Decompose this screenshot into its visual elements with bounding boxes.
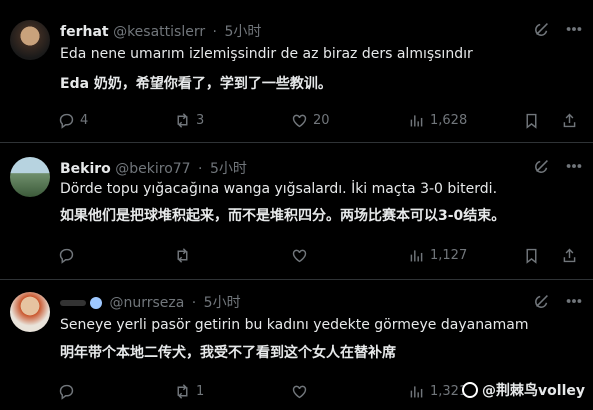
tweet[interactable]: ferhat @kesattislerr · 5小时 Eda nene umar… — [0, 0, 593, 143]
bookmark-icon — [526, 248, 537, 264]
like-count: 20 — [313, 113, 330, 128]
separator-dot: · — [198, 161, 203, 177]
repost-button[interactable] — [174, 247, 196, 264]
share-button[interactable] — [561, 112, 578, 129]
tweet-text: Eda nene umarım izlemişsindir de az bira… — [60, 46, 473, 62]
tweet-top-icons — [533, 292, 583, 310]
timestamp[interactable]: 5小时 — [224, 24, 261, 40]
share-icon — [563, 113, 576, 128]
more-icon[interactable] — [565, 157, 583, 175]
reply-icon — [59, 384, 74, 400]
repost-button[interactable]: 1 — [174, 383, 204, 400]
bookmark-button[interactable] — [523, 247, 540, 264]
avatar[interactable] — [10, 292, 50, 332]
watermark-text: @荆棘鸟volley — [482, 383, 585, 399]
blurred-name — [60, 300, 86, 306]
views-button[interactable]: 1,628 — [408, 112, 467, 129]
user-handle[interactable]: @nurrseza — [109, 295, 184, 311]
like-button[interactable] — [291, 383, 313, 400]
timestamp[interactable]: 5小时 — [204, 295, 241, 311]
repost-icon — [177, 248, 188, 263]
user-handle[interactable]: @kesattislerr — [113, 24, 205, 40]
tweet-header: Bekiro @bekiro77 · 5小时 — [60, 158, 247, 178]
tweet-text: Dörde topu yığacağına wanga yığsalardı. … — [60, 181, 498, 197]
action-bar: 4 3 20 1,628 — [58, 112, 588, 132]
views-button[interactable]: 1,127 — [408, 247, 467, 264]
like-button[interactable] — [291, 247, 313, 264]
grok-icon[interactable] — [533, 157, 551, 175]
weibo-logo-icon — [462, 382, 479, 398]
repost-icon — [177, 113, 188, 128]
views-icon — [410, 386, 423, 398]
like-button[interactable]: 20 — [291, 112, 330, 129]
tweet-top-icons — [533, 157, 583, 175]
tweet-translation: Eda 奶奶，希望你看了，学到了一些教训。 — [60, 76, 332, 92]
share-icon — [563, 248, 576, 263]
repost-button[interactable]: 3 — [174, 112, 204, 129]
bookmark-button[interactable] — [523, 112, 540, 129]
reply-button[interactable] — [58, 383, 80, 400]
avatar[interactable] — [10, 20, 50, 60]
timestamp[interactable]: 5小时 — [210, 161, 247, 177]
tweet[interactable]: Bekiro @bekiro77 · 5小时 Dörde topu yığaca… — [0, 143, 593, 280]
views-count: 1,127 — [430, 248, 468, 263]
tweet-header: @nurrseza · 5小时 — [60, 292, 241, 312]
reply-icon — [59, 113, 74, 129]
tweet-translation: 明年带个本地二传犬，我受不了看到这个女人在替补席 — [60, 345, 396, 361]
reply-button[interactable]: 4 — [58, 112, 88, 129]
bookmark-icon — [526, 113, 537, 129]
tweet-header: ferhat @kesattislerr · 5小时 — [60, 21, 261, 41]
views-button[interactable]: 1,321 — [408, 383, 467, 400]
display-name[interactable]: Bekiro — [60, 161, 111, 177]
views-count: 1,628 — [430, 113, 468, 128]
repost-count: 3 — [196, 113, 205, 128]
avatar[interactable] — [10, 157, 50, 197]
reply-count: 4 — [80, 113, 89, 128]
user-handle[interactable]: @bekiro77 — [115, 161, 190, 177]
heart-icon — [292, 114, 307, 128]
grok-icon[interactable] — [533, 292, 551, 310]
views-icon — [410, 115, 423, 127]
reply-icon — [59, 248, 74, 264]
action-bar: 1,127 — [58, 247, 588, 267]
heart-icon — [292, 385, 307, 399]
tweet-top-icons — [533, 20, 583, 38]
more-icon[interactable] — [565, 292, 583, 310]
display-name[interactable]: ferhat — [60, 24, 109, 40]
views-icon — [410, 250, 423, 262]
separator-dot: · — [191, 295, 197, 311]
share-button[interactable] — [561, 247, 578, 264]
tweet-text: Seneye yerli pasör getirin bu kadını yed… — [60, 317, 529, 333]
reply-button[interactable] — [58, 247, 80, 264]
repost-count: 1 — [196, 384, 205, 399]
separator-dot: · — [212, 24, 217, 40]
watermark: @荆棘鸟volley — [462, 380, 585, 400]
emoji-icon — [90, 297, 102, 309]
more-icon[interactable] — [565, 20, 583, 38]
tweet-translation: 如果他们是把球堆积起来，而不是堆积四分。两场比赛本可以3-0结束。 — [60, 208, 506, 224]
grok-icon[interactable] — [533, 20, 551, 38]
heart-icon — [292, 249, 307, 263]
repost-icon — [177, 384, 188, 399]
